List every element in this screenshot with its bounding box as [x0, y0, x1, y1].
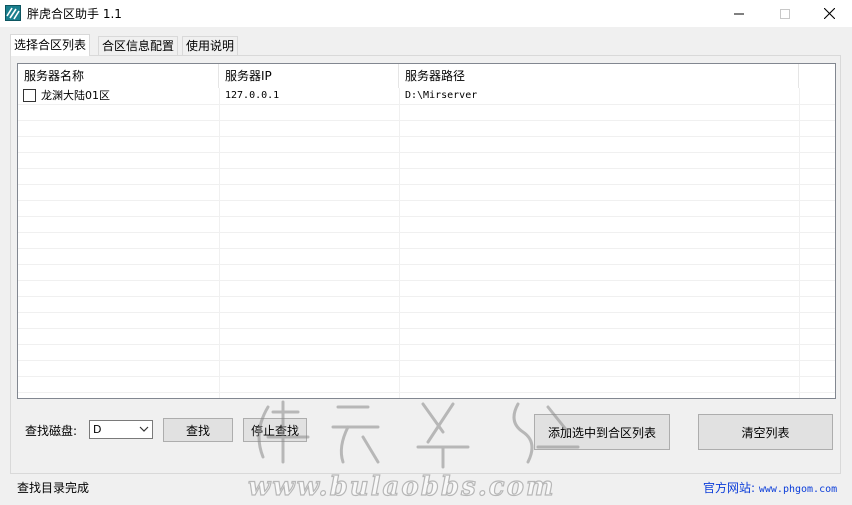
- status-text: 查找目录完成: [17, 481, 90, 495]
- find-button[interactable]: 查找: [163, 418, 233, 442]
- clear-list-button[interactable]: 清空列表: [698, 414, 833, 450]
- site-url[interactable]: www.phgom.com: [759, 484, 837, 495]
- grid-line-horizontal: [18, 328, 835, 329]
- row-checkbox[interactable]: [23, 89, 36, 102]
- grid-line-horizontal: [18, 120, 835, 121]
- server-list[interactable]: 服务器名称 服务器IP 服务器路径 龙渊大陆01区 127.0.0.1 D:\M…: [17, 63, 836, 399]
- grid-line-horizontal: [18, 344, 835, 345]
- column-header-ip[interactable]: 服务器IP: [219, 64, 399, 88]
- grid-line-horizontal: [18, 376, 835, 377]
- close-icon: [823, 8, 835, 19]
- grid-line-horizontal: [18, 136, 835, 137]
- column-header-name[interactable]: 服务器名称: [18, 64, 219, 88]
- grid-line-horizontal: [18, 152, 835, 153]
- grid-line-horizontal: [18, 168, 835, 169]
- grid-line-horizontal: [18, 296, 835, 297]
- tab-merge-config[interactable]: 合区信息配置: [98, 36, 179, 56]
- grid-line-horizontal: [18, 360, 835, 361]
- watermark-text: www.bulaobbs.com: [248, 472, 555, 502]
- close-button[interactable]: [806, 0, 852, 27]
- grid-line-horizontal: [18, 216, 835, 217]
- disk-select[interactable]: D: [89, 420, 153, 439]
- title-bar: 胖虎合区助手 1.1: [0, 0, 852, 27]
- app-logo-icon: [5, 5, 21, 21]
- add-to-merge-list-button[interactable]: 添加选中到合区列表: [534, 414, 670, 450]
- minimize-icon: [734, 13, 744, 14]
- grid-line-horizontal: [18, 104, 835, 105]
- grid-line-horizontal: [18, 248, 835, 249]
- tab-panel: 服务器名称 服务器IP 服务器路径 龙渊大陆01区 127.0.0.1 D:\M…: [10, 55, 841, 474]
- maximize-icon: [780, 8, 790, 19]
- grid-line-horizontal: [18, 232, 835, 233]
- site-label: 官方网站:: [703, 481, 756, 495]
- window-title: 胖虎合区助手 1.1: [27, 7, 122, 21]
- grid-line-vertical: [799, 88, 800, 398]
- minimize-button[interactable]: [716, 0, 762, 27]
- disk-label: 查找磁盘:: [25, 424, 78, 438]
- grid-line-horizontal: [18, 184, 835, 185]
- grid-line-horizontal: [18, 392, 835, 393]
- chevron-down-icon: [139, 426, 149, 432]
- tab-instructions[interactable]: 使用说明: [182, 36, 239, 56]
- table-row[interactable]: 龙渊大陆01区 127.0.0.1 D:\Mirserver: [18, 88, 835, 104]
- grid-line-vertical: [399, 88, 400, 398]
- tab-server-list[interactable]: 选择合区列表: [10, 34, 91, 56]
- grid-line-vertical: [219, 88, 220, 398]
- grid-line-horizontal: [18, 312, 835, 313]
- grid-line-horizontal: [18, 264, 835, 265]
- disk-select-value: D: [93, 423, 102, 436]
- server-ip-cell: 127.0.0.1: [225, 90, 280, 101]
- list-header: 服务器名称 服务器IP 服务器路径: [18, 64, 835, 88]
- server-path-cell: D:\Mirserver: [405, 90, 478, 101]
- maximize-button[interactable]: [762, 0, 808, 27]
- server-name-cell: 龙渊大陆01区: [41, 89, 110, 102]
- stop-find-button[interactable]: 停止查找: [243, 418, 307, 442]
- grid-line-horizontal: [18, 280, 835, 281]
- official-site: 官方网站: www.phgom.com: [703, 479, 837, 496]
- grid-line-horizontal: [18, 200, 835, 201]
- column-header-path[interactable]: 服务器路径: [399, 64, 799, 88]
